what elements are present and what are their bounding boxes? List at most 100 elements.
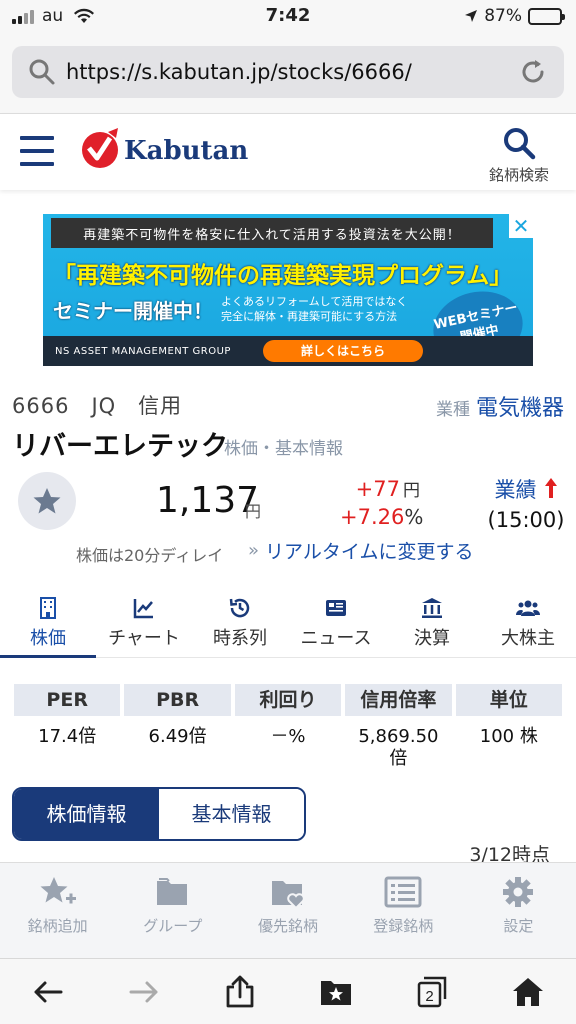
home-button[interactable] bbox=[506, 970, 550, 1014]
battery-icon bbox=[528, 7, 565, 25]
stock-search-button[interactable]: 銘柄検索 bbox=[484, 126, 554, 185]
realtime-link[interactable]: » リアルタイムに変更する bbox=[248, 537, 473, 564]
ad-cta-button[interactable]: 詳しくはこちら bbox=[263, 340, 423, 362]
bookmark-folder-icon bbox=[321, 980, 351, 1005]
tab-news-label: ニュース bbox=[300, 628, 372, 649]
browser-address-area: https://s.kabutan.jp/stocks/6666/ bbox=[0, 34, 576, 114]
url-text[interactable]: https://s.kabutan.jp/stocks/6666/ bbox=[66, 60, 518, 84]
nav-priority-label: 優先銘柄 bbox=[258, 917, 319, 935]
battery-percent: 87% bbox=[484, 6, 522, 26]
ad-banner[interactable]: 再建築不可物件を格安に仕入れて活用する投資法を大公開！ ✕ 「再建築不可物件の再… bbox=[43, 214, 533, 366]
bank-icon bbox=[422, 598, 442, 618]
share-icon bbox=[226, 975, 254, 1007]
favorite-button[interactable] bbox=[18, 472, 76, 530]
ad-top-text: 再建築不可物件を格安に仕入れて活用する投資法を大公開！ bbox=[51, 218, 493, 248]
ad-bottom-bar: NS ASSET MANAGEMENT GROUP 詳しくはこちら bbox=[43, 336, 533, 366]
tab-shareholders[interactable]: 大株主 bbox=[480, 590, 576, 657]
browser-toolbar: 2 bbox=[0, 958, 576, 1024]
double-chevron-icon: » bbox=[248, 540, 259, 561]
nav-priority[interactable]: 優先銘柄 bbox=[230, 863, 345, 958]
metric-value-yield: －% bbox=[270, 726, 306, 747]
change-abs: +77 bbox=[355, 477, 400, 501]
menu-icon[interactable] bbox=[20, 136, 54, 166]
share-button[interactable] bbox=[218, 970, 262, 1014]
price-change: +77 円 +7.26% bbox=[340, 476, 424, 532]
search-icon bbox=[504, 128, 536, 160]
people-icon bbox=[516, 600, 540, 616]
performance-time: (15:00) bbox=[487, 508, 565, 532]
toggle-price-info[interactable]: 株価情報 bbox=[14, 789, 159, 839]
star-plus-icon bbox=[40, 877, 76, 904]
metric-header-yield: 利回り bbox=[234, 684, 342, 716]
tab-earnings-label: 決算 bbox=[414, 628, 450, 649]
sector: 業種 電気機器 bbox=[436, 390, 564, 422]
realtime-label: リアルタイムに変更する bbox=[265, 541, 474, 563]
chart-icon bbox=[133, 599, 153, 619]
ad-seminar: セミナー開催中！ bbox=[53, 298, 213, 323]
gear-icon bbox=[503, 877, 534, 907]
nav-add-stock-label: 銘柄追加 bbox=[27, 917, 88, 935]
folder-heart-icon bbox=[272, 881, 305, 909]
status-right: 87% bbox=[464, 6, 565, 26]
reload-icon[interactable] bbox=[518, 57, 548, 87]
location-icon bbox=[465, 10, 478, 22]
stock-name-sub: 株価・基本情報 bbox=[224, 439, 343, 459]
tab-news[interactable]: ニュース bbox=[288, 590, 384, 657]
tab-shareholders-label: 大株主 bbox=[501, 628, 555, 649]
change-pct: +7.26 bbox=[340, 505, 405, 529]
nav-group[interactable]: グループ bbox=[115, 863, 230, 958]
ad-close-icon[interactable]: ✕ bbox=[509, 214, 533, 238]
metric-value-per: 17.4倍 bbox=[38, 726, 97, 747]
tab-history[interactable]: 時系列 bbox=[192, 590, 288, 657]
nav-registered[interactable]: 登録銘柄 bbox=[346, 863, 461, 958]
tabs-button[interactable]: 2 bbox=[410, 970, 454, 1014]
tabs-count: 2 bbox=[425, 988, 433, 1005]
news-icon bbox=[326, 600, 346, 616]
kabutan-logo[interactable]: Kabutan bbox=[80, 126, 248, 170]
tab-earnings[interactable]: 決算 bbox=[384, 590, 480, 657]
ad-small-text: よくあるリフォームして活用ではなく 完全に解体・再建築可能にする方法 bbox=[221, 294, 407, 324]
change-abs-unit: 円 bbox=[403, 481, 420, 501]
toggle-basic-info[interactable]: 基本情報 bbox=[159, 789, 304, 839]
tab-history-label: 時系列 bbox=[213, 628, 267, 649]
metric-header-margin-ratio: 信用倍率 bbox=[345, 684, 452, 716]
nav-settings[interactable]: 設定 bbox=[461, 863, 576, 958]
bookmarks-button[interactable] bbox=[314, 970, 358, 1014]
arrow-left-icon bbox=[34, 981, 63, 1002]
back-button[interactable] bbox=[26, 970, 70, 1014]
metric-header-unit: 単位 bbox=[455, 684, 562, 716]
change-pct-unit: % bbox=[404, 505, 424, 529]
performance-link[interactable]: 業績 (15:00) bbox=[486, 476, 566, 534]
ad-headline: 「再建築不可物件の再建築実現プログラム」 bbox=[53, 263, 513, 289]
metric-header-per: PER bbox=[14, 684, 121, 716]
metric-header-pbr: PBR bbox=[124, 684, 231, 716]
logo-text: Kabutan bbox=[124, 136, 249, 166]
sector-label: 業種 bbox=[435, 400, 470, 420]
app-bottom-nav: 銘柄追加 グループ 優先銘柄 登録銘柄 設定 bbox=[0, 862, 576, 958]
metric-value-unit: 100 株 bbox=[479, 726, 538, 747]
arrow-up-icon bbox=[544, 478, 557, 498]
stock-tabs: 株価 チャート 時系列 ニュース 決算 大株主 bbox=[0, 590, 576, 658]
list-icon bbox=[384, 876, 422, 908]
stock-price: 1,137 bbox=[156, 480, 260, 521]
logo-mark-icon bbox=[82, 128, 118, 168]
performance-label: 業績 bbox=[494, 478, 537, 502]
stock-code-row: 6666 JQ 信用 bbox=[12, 394, 183, 418]
stock-search-label: 銘柄検索 bbox=[488, 166, 549, 184]
tab-price[interactable]: 株価 bbox=[0, 590, 96, 658]
forward-button[interactable] bbox=[122, 970, 166, 1014]
sector-link[interactable]: 電気機器 bbox=[476, 390, 564, 422]
address-bar[interactable]: https://s.kabutan.jp/stocks/6666/ bbox=[12, 46, 564, 98]
metric-value-pbr: 6.49倍 bbox=[148, 726, 207, 747]
search-icon bbox=[29, 59, 55, 85]
arrow-right-icon bbox=[129, 981, 158, 1002]
star-icon bbox=[33, 488, 61, 514]
history-icon bbox=[229, 598, 250, 618]
metrics-table: PER PBR 利回り 信用倍率 単位 17.4倍 6.49倍 －% 5,869… bbox=[14, 684, 562, 786]
tab-chart[interactable]: チャート bbox=[96, 590, 192, 657]
nav-group-label: グループ bbox=[143, 917, 203, 935]
tab-price-label: 株価 bbox=[30, 628, 66, 649]
nav-add-stock[interactable]: 銘柄追加 bbox=[0, 863, 115, 958]
stock-name: リバーエレテック bbox=[12, 431, 228, 462]
nav-settings-label: 設定 bbox=[503, 917, 534, 935]
